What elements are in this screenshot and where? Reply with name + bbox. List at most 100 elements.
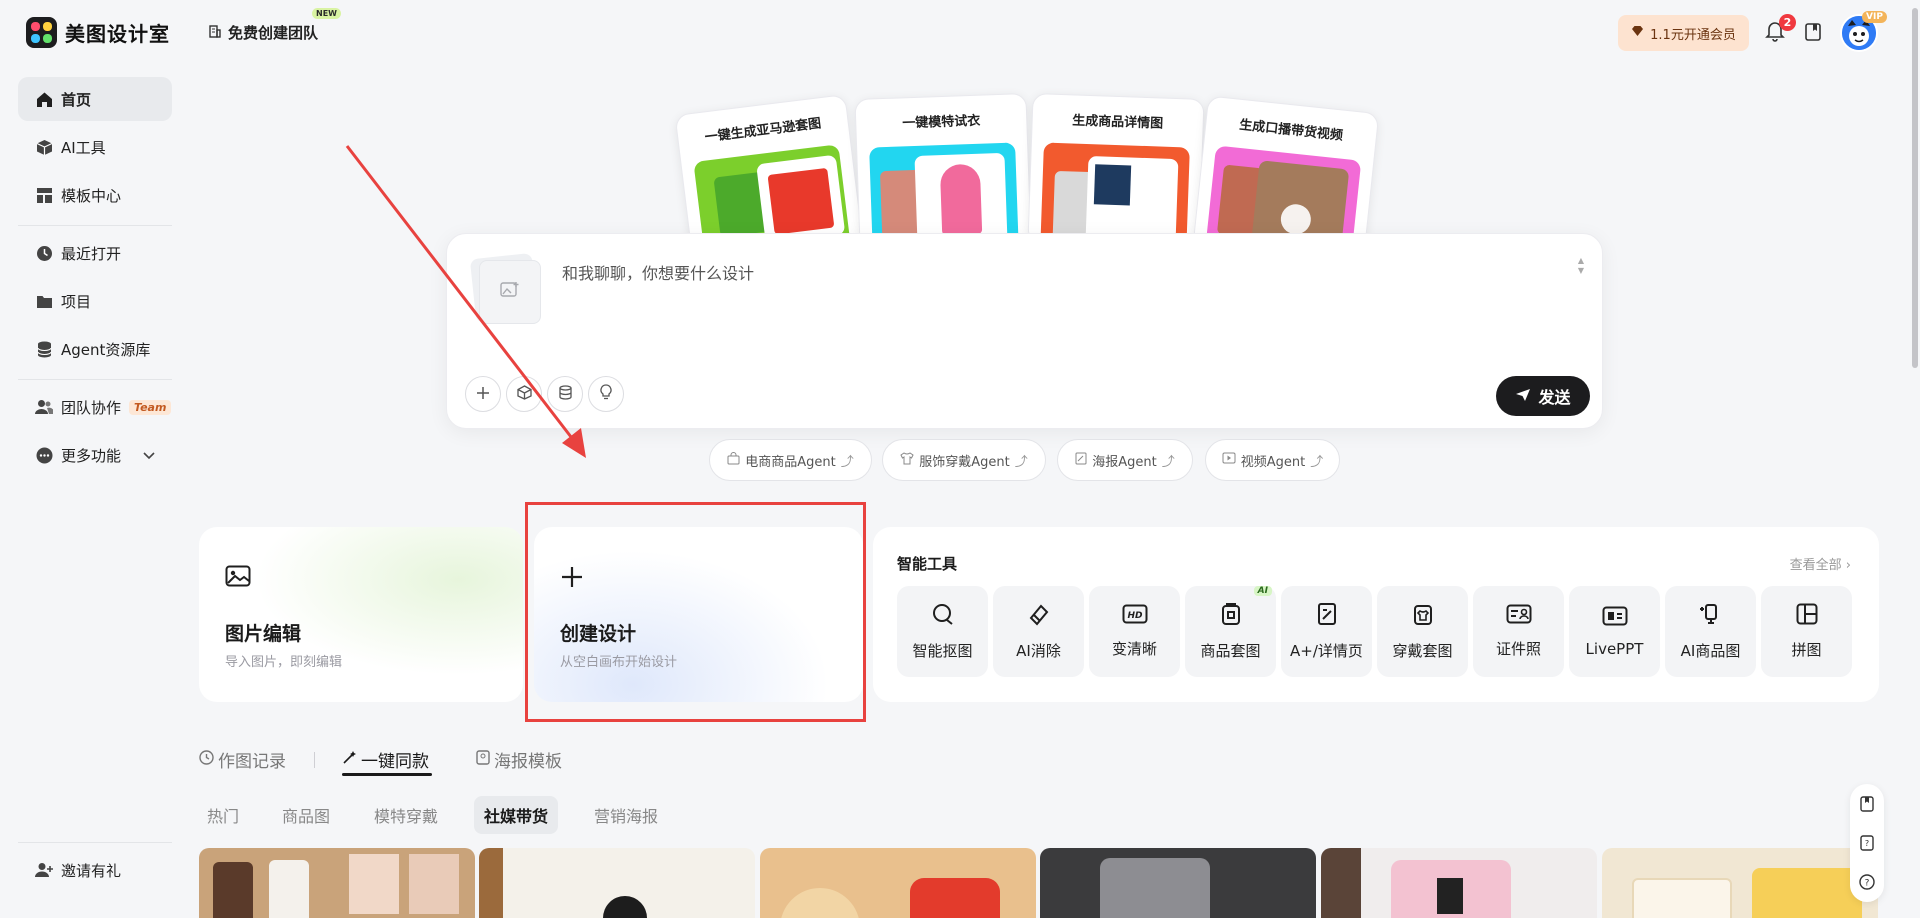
chat-input[interactable]: 和我聊聊，你想要什么设计 bbox=[562, 260, 754, 284]
subtab-social-selling[interactable]: 社媒带货 bbox=[474, 796, 559, 834]
tab-history[interactable]: 作图记录 bbox=[199, 747, 286, 772]
help-doc-icon[interactable]: ? bbox=[1859, 835, 1875, 851]
svg-text:?: ? bbox=[1865, 879, 1870, 889]
logo-mark-icon bbox=[26, 17, 57, 48]
tab-label: 海报模板 bbox=[494, 752, 562, 772]
bulb-icon bbox=[600, 384, 612, 404]
send-icon bbox=[1515, 387, 1531, 406]
sidebar-item-home[interactable]: 首页 bbox=[18, 77, 172, 121]
bookmark-icon[interactable] bbox=[1859, 796, 1875, 812]
sidebar-item-templates[interactable]: 模板中心 bbox=[18, 173, 172, 217]
subtab-marketing-poster[interactable]: 营销海报 bbox=[584, 796, 668, 834]
hero-card-title: 一键生成亚马逊套图 bbox=[704, 116, 823, 146]
video-icon bbox=[1222, 452, 1236, 468]
sidebar-item-more[interactable]: 更多功能 bbox=[18, 433, 172, 477]
tool-label: 穿戴套图 bbox=[1392, 642, 1453, 660]
tool-collage[interactable]: 拼图 bbox=[1761, 586, 1852, 677]
see-all-link[interactable]: 查看全部 › bbox=[1790, 554, 1851, 573]
tool-ai-erase[interactable]: AI消除 bbox=[993, 586, 1084, 677]
sidebar-item-label: 模板中心 bbox=[61, 186, 122, 205]
page-scrollbar[interactable] bbox=[1909, 0, 1920, 918]
tool-enhance[interactable]: HD 变清晰 bbox=[1089, 586, 1180, 677]
resources-button[interactable] bbox=[547, 376, 583, 412]
tab-label: 作图记录 bbox=[218, 752, 286, 772]
sidebar-item-ai-tools[interactable]: AI工具 bbox=[18, 125, 172, 169]
template-thumb[interactable] bbox=[1602, 848, 1878, 918]
create-team-link[interactable]: 免费创建团队 NEW bbox=[208, 8, 341, 43]
image-icon bbox=[225, 565, 251, 591]
sidebar-item-agent-library[interactable]: Agent资源库 bbox=[18, 327, 172, 371]
sidebar-divider bbox=[18, 225, 172, 226]
sidebar-item-projects[interactable]: 项目 bbox=[18, 279, 172, 323]
plus-icon bbox=[476, 385, 490, 404]
arrow-up-right-icon: ⤴ bbox=[1161, 454, 1175, 470]
subtab-hot[interactable]: 热门 bbox=[197, 796, 249, 834]
tool-detail-page[interactable]: A+/详情页 bbox=[1281, 586, 1372, 677]
tool-cutout[interactable]: 智能抠图 bbox=[897, 586, 988, 677]
sidebar-item-label: 项目 bbox=[61, 292, 92, 311]
hero-card-model-tryon[interactable]: 一键模特试衣 bbox=[854, 93, 1032, 249]
send-button[interactable]: 发送 bbox=[1496, 376, 1590, 416]
vip-button[interactable]: 1.1元开通会员 bbox=[1618, 15, 1749, 51]
svg-text:HD: HD bbox=[1127, 611, 1143, 621]
tool-wear-set[interactable]: 穿戴套图 bbox=[1377, 586, 1468, 677]
agent-chip-video[interactable]: 视频Agent ⤴ bbox=[1205, 439, 1340, 481]
template-thumb[interactable] bbox=[479, 848, 755, 918]
sidebar-item-recent[interactable]: 最近打开 bbox=[18, 231, 172, 275]
create-team-label: 免费创建团队 bbox=[228, 24, 319, 42]
hero-card-title: 生成商品详情图 bbox=[1071, 113, 1164, 132]
sidebar-item-label: 首页 bbox=[61, 90, 92, 109]
tool-label: AI消除 bbox=[1016, 642, 1061, 660]
subtab-product[interactable]: 商品图 bbox=[272, 796, 340, 834]
chat-box[interactable]: 和我聊聊，你想要什么设计 ▲ ▼ 发送 bbox=[446, 233, 1603, 429]
sidebar-item-label: Agent资源库 bbox=[61, 340, 151, 359]
agent-chip-ecommerce[interactable]: 电商商品Agent ⤴ bbox=[709, 439, 872, 481]
book-icon[interactable] bbox=[1804, 22, 1822, 46]
subtab-model-wear[interactable]: 模特穿戴 bbox=[364, 796, 448, 834]
sidebar-item-label: 更多功能 bbox=[61, 446, 122, 465]
sidebar: 首页 AI工具 模板中心 最近打开 项目 Agent资源库 团队协作 Team … bbox=[0, 66, 190, 918]
tab-poster-templates[interactable]: 海报模板 bbox=[476, 747, 562, 772]
add-button[interactable] bbox=[465, 376, 501, 412]
chat-scroll-arrows[interactable]: ▲ ▼ bbox=[1578, 256, 1584, 276]
hd-icon: HD bbox=[1122, 604, 1148, 628]
invite-button[interactable]: 邀请有礼 bbox=[18, 848, 172, 892]
arrow-up-right-icon: ⤴ bbox=[1014, 454, 1028, 470]
hero-card-product-detail[interactable]: 生成商品详情图 bbox=[1027, 93, 1205, 249]
agent-chip-label: 电商商品Agent bbox=[745, 454, 836, 470]
poster-outline-icon bbox=[476, 749, 490, 770]
id-photo-icon bbox=[1506, 604, 1532, 628]
template-thumb[interactable] bbox=[760, 848, 1036, 918]
clock-outline-icon bbox=[199, 749, 214, 770]
add-image-icon bbox=[500, 281, 520, 303]
template-thumb[interactable] bbox=[1321, 848, 1597, 918]
tool-id-photo[interactable]: 证件照 bbox=[1473, 586, 1564, 677]
tool-liveppt[interactable]: LivePPT bbox=[1569, 586, 1660, 677]
tool-label: 拼图 bbox=[1791, 641, 1822, 659]
tab-label: 一键同款 bbox=[361, 752, 429, 772]
agent-chip-apparel[interactable]: 服饰穿戴Agent ⤴ bbox=[882, 439, 1046, 481]
tool-product-set[interactable]: AI 商品套图 bbox=[1185, 586, 1276, 677]
detail-page-icon bbox=[1317, 602, 1337, 630]
tab-one-click-same[interactable]: 一键同款 bbox=[342, 747, 429, 772]
agent-chip-poster[interactable]: 海报Agent ⤴ bbox=[1057, 439, 1193, 481]
model-button[interactable] bbox=[506, 376, 542, 412]
team-tag: Team bbox=[129, 399, 172, 415]
image-edit-card[interactable]: 图片编辑 导入图片，即刻编辑 bbox=[199, 527, 523, 702]
grid-icon bbox=[35, 186, 53, 204]
notification-count-badge: 2 bbox=[1779, 14, 1796, 31]
arrow-up-right-icon: ⤴ bbox=[840, 454, 854, 470]
image-upload[interactable] bbox=[469, 252, 541, 324]
smart-tools-title: 智能工具 bbox=[897, 555, 958, 573]
agent-chip-label: 海报Agent bbox=[1092, 454, 1157, 470]
logo[interactable]: 美图设计室 bbox=[26, 17, 170, 48]
template-thumb[interactable] bbox=[1040, 848, 1316, 918]
template-thumb[interactable] bbox=[199, 848, 475, 918]
sidebar-item-team[interactable]: 团队协作 Team bbox=[18, 385, 172, 429]
sidebar-item-label: 团队协作 bbox=[61, 398, 122, 417]
question-icon[interactable]: ? bbox=[1859, 874, 1875, 890]
folder-icon bbox=[35, 292, 53, 310]
tool-ai-product[interactable]: AI商品图 bbox=[1665, 586, 1756, 677]
inspiration-button[interactable] bbox=[588, 376, 624, 412]
cutout-icon bbox=[931, 602, 955, 630]
